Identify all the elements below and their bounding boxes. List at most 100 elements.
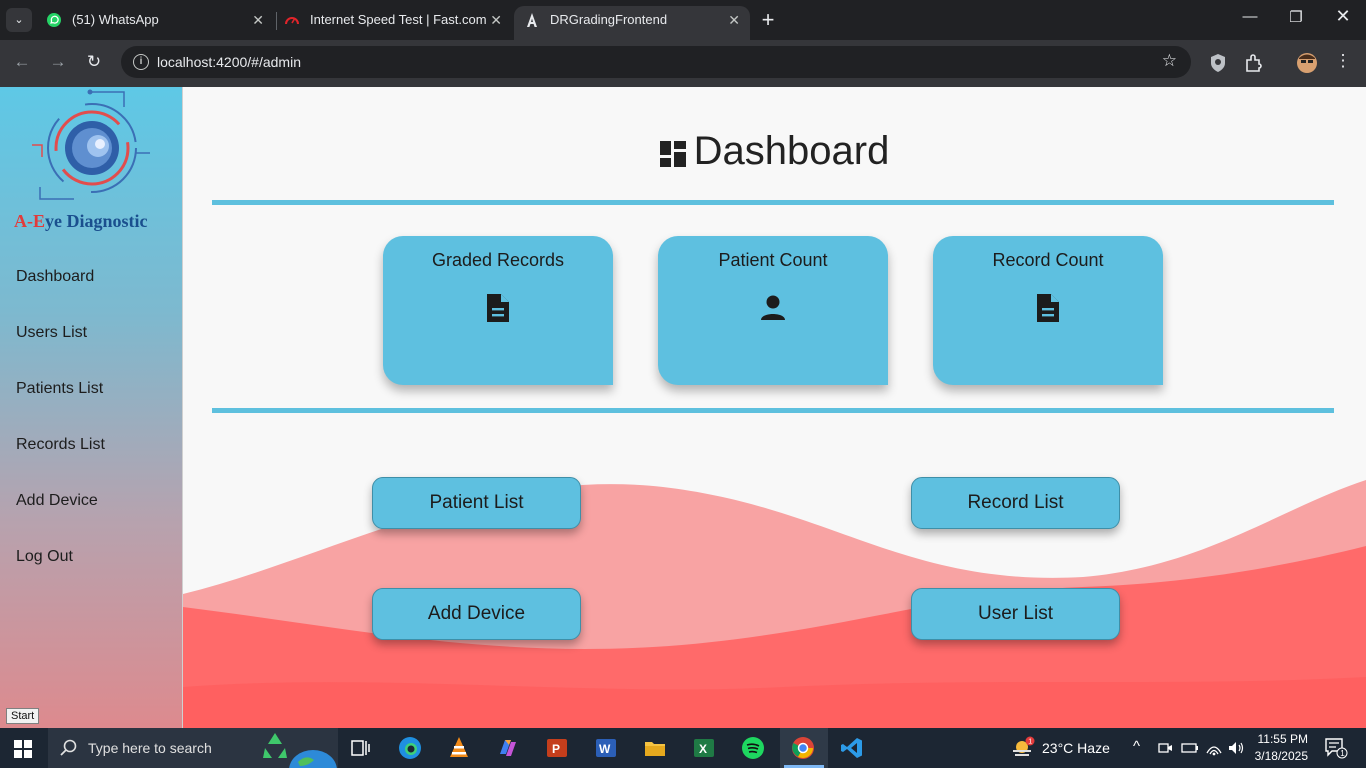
profile-avatar[interactable] (1296, 52, 1318, 74)
person-icon (761, 295, 785, 320)
file-explorer-icon[interactable] (643, 736, 667, 760)
weather-text[interactable]: 23°C Haze (1042, 740, 1110, 756)
tab-whatsapp[interactable]: (51) WhatsApp ✕ (36, 6, 274, 40)
chevron-up-icon[interactable]: ^ (1133, 738, 1140, 755)
weather-badge: 1 (1028, 739, 1032, 746)
tab-title: (51) WhatsApp (72, 12, 159, 27)
tab-title: DRGradingFrontend (550, 12, 668, 27)
chrome-icon[interactable] (791, 736, 815, 760)
patient-count-card[interactable]: Patient Count (658, 236, 888, 385)
reload-icon: ↻ (86, 52, 102, 71)
tab-drgrading[interactable]: DRGradingFrontend ✕ (514, 6, 750, 40)
close-tab-icon[interactable]: ✕ (252, 6, 264, 34)
weather-haze-icon[interactable]: 1 (1010, 736, 1036, 760)
reload-button[interactable]: ↻ (83, 52, 105, 72)
excel-icon[interactable]: X (692, 736, 716, 760)
angular-icon (527, 13, 537, 27)
notification-center-icon[interactable]: 1 (1324, 737, 1348, 759)
copilot-icon[interactable] (496, 736, 520, 760)
add-device-button[interactable]: Add Device (372, 588, 581, 640)
windows-taskbar: Type here to search P W X 1 23°C Haze ^ … (0, 728, 1366, 768)
sidebar-item-add-device[interactable]: Add Device (16, 492, 98, 510)
brand-e: E (33, 211, 46, 231)
sidebar-item-dashboard[interactable]: Dashboard (16, 268, 94, 286)
page-title: Dashboard (183, 129, 1366, 174)
vscode-icon[interactable] (840, 736, 864, 760)
site-info-icon[interactable]: i (133, 54, 149, 70)
edge-icon[interactable] (398, 736, 422, 760)
recycle-icon (263, 733, 287, 758)
address-bar[interactable]: i localhost:4200/#/admin ☆ (121, 46, 1191, 78)
close-tab-icon[interactable]: ✕ (490, 6, 502, 34)
record-list-button[interactable]: Record List (911, 477, 1120, 529)
volume-icon[interactable] (1227, 739, 1245, 757)
card-title: Record Count (992, 250, 1104, 270)
page-title-text: Dashboard (693, 129, 890, 173)
windows-start-icon[interactable] (14, 740, 32, 758)
task-view-icon[interactable] (349, 736, 373, 760)
brand-rest: ye Diagnostic (45, 211, 148, 231)
top-divider (212, 200, 1334, 205)
close-window-button[interactable]: ✕ (1331, 6, 1355, 27)
document-icon (487, 294, 509, 322)
document-icon (1037, 294, 1059, 322)
brand-a: A- (14, 211, 33, 231)
card-title: Patient Count (718, 250, 828, 270)
browser-toolbar: ← → ↻ i localhost:4200/#/admin ☆ ⋮ (0, 40, 1366, 87)
speedometer-icon (285, 17, 299, 25)
sidebar: A-Eye Diagnostic Dashboard Users List Pa… (0, 87, 183, 728)
spotify-icon[interactable] (741, 736, 765, 760)
restore-button[interactable]: ❐ (1284, 8, 1308, 26)
tab-search-button[interactable]: ⌄ (6, 8, 32, 32)
svg-text:W: W (599, 742, 611, 756)
main-content: Dashboard Graded Records Patient Count R… (183, 87, 1366, 728)
search-placeholder: Type here to search (88, 740, 212, 756)
eye-logo-icon (32, 89, 150, 200)
svg-text:P: P (552, 742, 560, 756)
taskbar-search-box[interactable]: Type here to search (48, 728, 338, 768)
patient-list-button[interactable]: Patient List (372, 477, 581, 529)
system-clock[interactable]: 11:55 PM 3/18/2025 (1255, 731, 1308, 765)
kebab-menu-icon[interactable]: ⋮ (1332, 51, 1354, 71)
brand-name: A-Eye Diagnostic (14, 211, 174, 232)
bookmark-star-icon[interactable]: ☆ (1162, 51, 1177, 71)
clock-time: 11:55 PM (1257, 732, 1308, 746)
sidebar-item-log-out[interactable]: Log Out (16, 548, 73, 566)
start-tooltip: Start (6, 708, 40, 724)
app-viewport: A-Eye Diagnostic Dashboard Users List Pa… (0, 87, 1366, 728)
vlc-icon[interactable] (447, 736, 471, 760)
powerpoint-icon[interactable]: P (545, 736, 569, 760)
whatsapp-icon (47, 13, 61, 27)
new-tab-button[interactable]: + (758, 7, 778, 33)
shield-extension-icon[interactable] (1207, 52, 1229, 74)
globe-icon (289, 750, 337, 768)
notification-count: 1 (1340, 749, 1345, 758)
back-button[interactable]: ← (11, 52, 33, 72)
card-title: Graded Records (431, 250, 565, 270)
close-tab-icon[interactable]: ✕ (728, 6, 740, 34)
sidebar-item-users-list[interactable]: Users List (16, 324, 87, 342)
arrow-right-icon: → (49, 52, 67, 71)
record-count-card[interactable]: Record Count (933, 236, 1163, 385)
user-list-button[interactable]: User List (911, 588, 1120, 640)
svg-text:X: X (699, 742, 707, 756)
chevron-down-icon: ⌄ (14, 14, 24, 26)
url-text[interactable]: localhost:4200/#/admin (157, 54, 301, 70)
arrow-left-icon: ← (13, 52, 31, 71)
minimize-button[interactable]: — (1238, 8, 1262, 25)
search-icon (60, 739, 77, 756)
browser-tab-bar: ⌄ (51) WhatsApp ✕ Internet Speed Test | … (0, 0, 1366, 40)
graded-records-card[interactable]: Graded Records (383, 236, 613, 385)
tab-fast-com[interactable]: Internet Speed Test | Fast.com ✕ (274, 6, 512, 40)
word-icon[interactable]: W (594, 736, 618, 760)
wifi-icon[interactable] (1205, 739, 1223, 757)
clock-date: 3/18/2025 (1254, 749, 1308, 763)
dashboard-icon (659, 141, 686, 167)
tab-title: Internet Speed Test | Fast.com (310, 12, 487, 27)
sidebar-item-records-list[interactable]: Records List (16, 436, 105, 454)
sidebar-item-patients-list[interactable]: Patients List (16, 380, 103, 398)
forward-button[interactable]: → (47, 52, 69, 72)
meet-now-icon[interactable] (1157, 740, 1173, 756)
battery-icon[interactable] (1181, 740, 1199, 756)
puzzle-extensions-icon[interactable] (1243, 52, 1265, 74)
